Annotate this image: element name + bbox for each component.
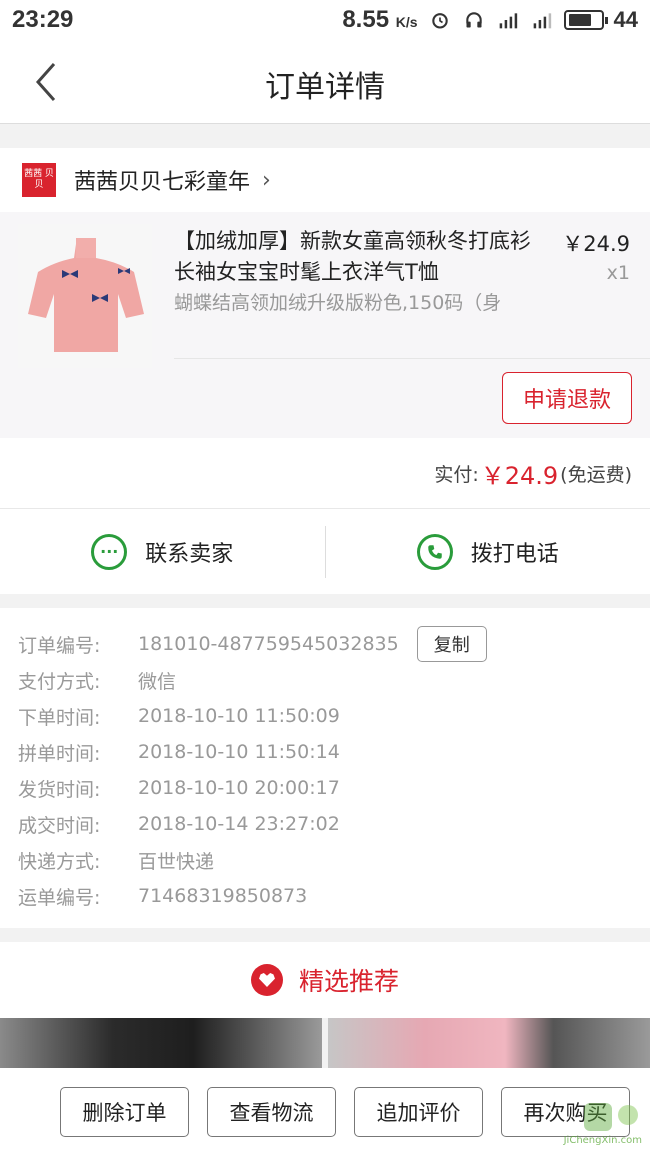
product-image[interactable] (18, 224, 152, 368)
copy-button[interactable]: 复制 (416, 626, 487, 662)
paid-label: 实付: (434, 463, 479, 486)
chat-icon: ··· (91, 533, 128, 570)
info-row-deal-time: 成交时间: 2018-10-14 23:27:02 (18, 813, 340, 837)
status-bar: 23:29 8.55 K/s 44 (0, 0, 650, 40)
call-button[interactable]: 拨打电话 (326, 509, 650, 594)
battery-level: 44 (613, 7, 638, 32)
battery-icon (563, 10, 608, 30)
info-row-tracking-number: 运单编号: 71468319850873 (18, 885, 308, 909)
status-time: 23:29 (12, 6, 74, 33)
network-speed: 8.55 K/s (342, 6, 418, 33)
info-row-ship-time: 发货时间: 2018-10-10 20:00:17 (18, 777, 340, 801)
contact-seller-button[interactable]: ··· 联系卖家 (0, 509, 325, 594)
add-review-button[interactable]: 追加评价 (354, 1086, 483, 1137)
chevron-right-icon: › (262, 167, 271, 193)
payment-summary: 实付: ￥24.9 (免运费) (0, 438, 650, 508)
order-info: 订单编号: 181010-487759545032835 复制 支付方式: 微信… (0, 608, 650, 928)
paid-amount: ￥24.9 (480, 461, 559, 490)
recommend-list (0, 1018, 650, 1068)
signal-3g-icon (499, 13, 517, 29)
product-title[interactable]: 【加绒加厚】新款女童高领秋冬打底衫长袖女宝宝时髦上衣洋气T恤 (174, 226, 549, 288)
signal-4g-icon (533, 13, 551, 29)
recommend-header: 精选推荐 (0, 942, 650, 1018)
contact-bar: ··· 联系卖家 拨打电话 (0, 508, 650, 594)
phone-icon (416, 533, 453, 570)
refund-button[interactable]: 申请退款 (502, 372, 632, 424)
shop-name[interactable]: 茜茜贝贝七彩童年 (74, 164, 250, 196)
product-price: ￥24.9 (562, 232, 630, 256)
shop-header[interactable]: 茜茜 贝贝 茜茜贝贝七彩童年 › (0, 148, 650, 212)
info-row-payment-method: 支付方式: 微信 (18, 670, 177, 693)
product-quantity: x1 (606, 262, 630, 284)
watermark-logo: JiChengXin.com (522, 1101, 642, 1151)
info-row-order-number: 订单编号: 181010-487759545032835 复制 (0, 626, 650, 662)
headphones-icon (465, 12, 482, 28)
info-row-group-time: 拼单时间: 2018-10-10 11:50:14 (18, 741, 340, 765)
contact-seller-label: 联系卖家 (145, 541, 234, 567)
alarm-icon (431, 13, 448, 29)
heart-icon (250, 964, 283, 996)
status-indicators: 8.55 K/s 44 (342, 6, 638, 34)
call-label: 拨打电话 (470, 541, 559, 567)
shop-logo: 茜茜 贝贝 (22, 163, 56, 197)
view-logistics-button[interactable]: 查看物流 (207, 1086, 336, 1137)
nav-bar: 订单详情 (0, 40, 650, 124)
recommend-product-image[interactable] (0, 1018, 322, 1068)
recommend-title: 精选推荐 (298, 967, 399, 996)
divider (174, 358, 650, 359)
delete-order-button[interactable]: 删除订单 (60, 1086, 189, 1137)
product-spec: 蝴蝶结高领加绒升级版粉色,150码（身 (174, 292, 502, 314)
product-card[interactable]: 【加绒加厚】新款女童高领秋冬打底衫长袖女宝宝时髦上衣洋气T恤 ￥24.9 x1 … (0, 212, 650, 438)
info-row-order-time: 下单时间: 2018-10-10 11:50:09 (18, 705, 340, 729)
shipping-note: (免运费) (560, 463, 632, 486)
recommend-product-image[interactable] (328, 1018, 650, 1068)
info-row-courier: 快递方式: 百世快递 (18, 850, 215, 873)
watermark-text: JiChengXin.com (563, 1135, 642, 1146)
page-title: 订单详情 (265, 70, 385, 105)
